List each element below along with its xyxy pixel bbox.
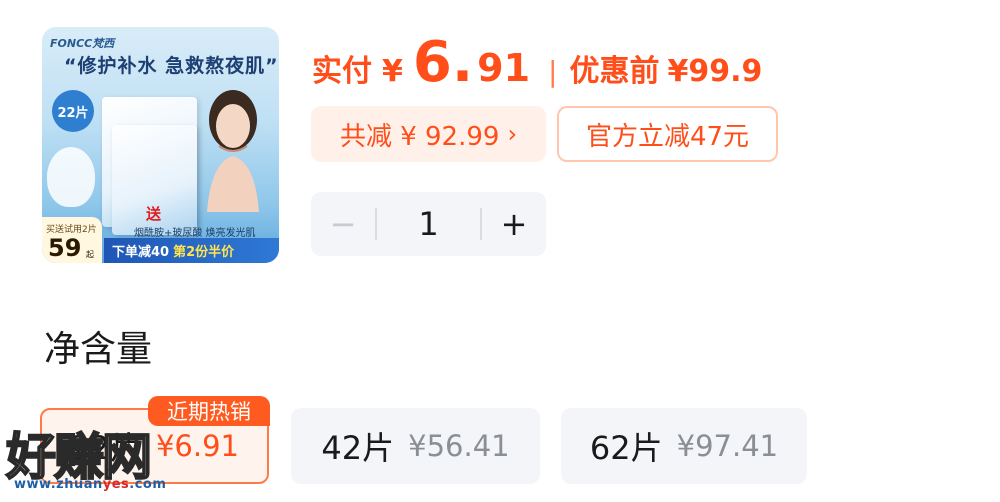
- price-header: 实付 ¥ 6. 91 | 优惠前 ¥99.9: [312, 30, 762, 110]
- option-62-pieces[interactable]: 62片 ¥97.41: [561, 408, 807, 484]
- net-content-title: 净含量: [44, 329, 153, 370]
- option-price: ¥6.91: [155, 429, 239, 463]
- promo-text: 下单减40: [112, 245, 170, 260]
- face-mask-image: [47, 147, 95, 207]
- start-price-unit: 起: [86, 250, 94, 259]
- option-label: 42片: [321, 429, 395, 467]
- currency-symbol: ¥: [382, 54, 403, 89]
- official-discount-chip: 官方立减47元: [557, 106, 778, 162]
- option-price: ¥97.41: [676, 429, 779, 463]
- promo-highlight: 第2份半价: [173, 245, 235, 260]
- original-price: ¥99.9: [667, 54, 763, 89]
- product-thumbnail[interactable]: FONCC梵西 “修护补水 急救熬夜肌” 22片 送 买送试用2片 59 起 烟…: [42, 27, 279, 263]
- original-price-label: 优惠前: [569, 54, 660, 89]
- model-portrait-image: [207, 90, 259, 212]
- chevron-right-icon: ›: [507, 120, 518, 148]
- option-price: ¥56.41: [408, 429, 510, 463]
- price-separator: |: [548, 55, 558, 88]
- decrease-button[interactable]: −: [311, 192, 375, 256]
- option-label: 62片: [589, 429, 663, 467]
- total-discount-text: 共减 ¥ 92.99: [339, 121, 500, 152]
- quantity-value[interactable]: 1: [377, 205, 480, 243]
- brand-logo: FONCC梵西: [50, 37, 115, 50]
- total-discount-chip[interactable]: 共减 ¥ 92.99 ›: [311, 106, 546, 162]
- product-slogan: “修护补水 急救熬夜肌”: [64, 55, 279, 77]
- official-discount-text: 官方立减47元: [585, 121, 750, 152]
- start-price: 59: [48, 234, 82, 262]
- option-42-pieces[interactable]: 42片 ¥56.41: [291, 408, 540, 484]
- paid-amount-decimal: 91: [477, 46, 531, 90]
- ingredients-text: 烟酰胺+玻尿酸 焕亮发光肌: [134, 228, 256, 239]
- hot-sale-badge: 近期热销: [148, 396, 270, 426]
- paid-label: 实付: [312, 54, 372, 89]
- quantity-stepper: − 1 +: [311, 192, 546, 256]
- option-label: 22片: [69, 429, 142, 467]
- increase-button[interactable]: +: [482, 192, 546, 256]
- promo-banner: 下单减40 第2份半价: [104, 238, 279, 263]
- paid-amount-integer: 6.: [412, 30, 474, 95]
- gift-label: 送: [146, 205, 162, 223]
- count-badge: 22片: [52, 90, 94, 132]
